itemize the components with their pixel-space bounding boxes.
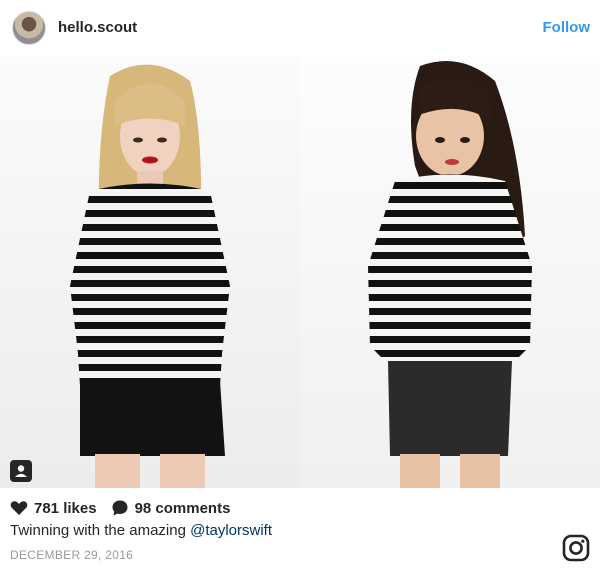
comment-bubble-icon[interactable] <box>111 499 129 517</box>
avatar[interactable] <box>12 11 46 45</box>
photo-right-panel <box>300 56 600 488</box>
comments-group[interactable]: 98 comments <box>111 499 231 517</box>
post-caption: Twinning with the amazing @taylorswift <box>10 522 272 539</box>
username[interactable]: hello.scout <box>58 19 137 36</box>
instagram-logo-icon[interactable] <box>562 534 590 562</box>
post-header: hello.scout Follow <box>0 0 600 56</box>
post-actions: 781 likes 98 comments <box>10 498 244 518</box>
post-photo[interactable] <box>0 56 600 488</box>
photo-left-panel <box>0 56 300 488</box>
user-tag-icon[interactable] <box>10 460 32 482</box>
heart-icon[interactable] <box>10 500 28 516</box>
caption-mention-link[interactable]: @taylorswift <box>190 522 272 539</box>
caption-text: Twinning with the amazing <box>10 522 191 539</box>
comments-count[interactable]: 98 comments <box>135 500 231 517</box>
likes-group[interactable]: 781 likes <box>10 500 97 517</box>
likes-count[interactable]: 781 likes <box>34 500 97 517</box>
post-date: DECEMBER 29, 2016 <box>10 548 134 562</box>
follow-button[interactable]: Follow <box>543 19 591 36</box>
